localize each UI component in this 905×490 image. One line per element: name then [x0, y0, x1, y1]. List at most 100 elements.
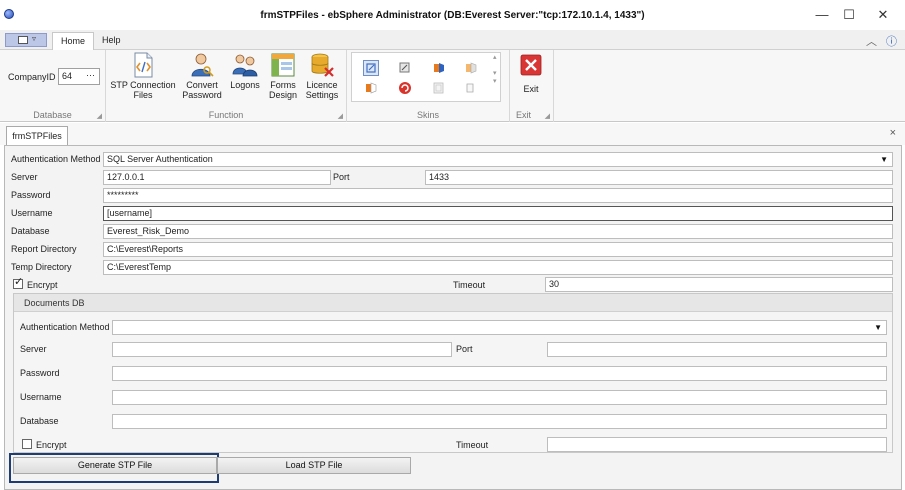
- exit-button[interactable]: Exit: [514, 52, 548, 108]
- ribbon-group-skins: ▴ ▾ ▾ Skins: [347, 50, 510, 122]
- licence-settings-label: Licence: [306, 80, 338, 90]
- stp-files-form: Authentication Method SQL Server Authent…: [4, 145, 902, 490]
- licence-settings-label-2: Settings: [305, 90, 339, 100]
- collapse-ribbon-icon[interactable]: ︿: [866, 33, 877, 49]
- docs-database-label: Database: [20, 416, 59, 426]
- docs-password-label: Password: [20, 368, 60, 378]
- skin-gray-icon[interactable]: [397, 60, 413, 76]
- tab-help[interactable]: Help: [94, 32, 129, 50]
- skin-white-icon[interactable]: [431, 80, 447, 96]
- database-input[interactable]: Everest_Risk_Demo: [103, 224, 893, 239]
- docs-username-label: Username: [20, 392, 62, 402]
- username-label: Username: [11, 208, 53, 218]
- ribbon: CompanyID 64 ··· Database ◢ STP Connecti…: [0, 50, 905, 122]
- company-id-picker[interactable]: 64 ···: [58, 68, 100, 85]
- stp-connection-files-label-2: Files: [133, 90, 153, 100]
- skin-office-dark-icon[interactable]: [363, 80, 379, 96]
- close-document-icon[interactable]: ×: [890, 127, 896, 139]
- encrypt-checkbox[interactable]: ✓: [13, 276, 24, 289]
- report-directory-input[interactable]: C:\Everest\Reports: [103, 242, 893, 257]
- stp-connection-files-button[interactable]: STP Connection Files: [108, 52, 178, 108]
- group-label-function: Function: [208, 110, 244, 120]
- forms-design-button[interactable]: Forms Design: [266, 52, 300, 108]
- convert-password-button[interactable]: Convert Password: [180, 52, 224, 108]
- auth-method-value: SQL Server Authentication: [107, 154, 213, 164]
- docs-auth-method-select[interactable]: ▼: [112, 320, 887, 335]
- docs-password-input[interactable]: [112, 366, 887, 381]
- docs-server-input[interactable]: [112, 342, 452, 357]
- exit-label: Exit: [523, 84, 539, 94]
- licence-settings-button[interactable]: Licence Settings: [302, 52, 342, 108]
- checkmark-icon: ✓: [14, 276, 24, 288]
- docs-username-input[interactable]: [112, 390, 887, 405]
- timeout-input[interactable]: 30: [545, 277, 893, 292]
- logons-button[interactable]: Logons: [228, 52, 262, 108]
- logons-label: Logons: [230, 80, 260, 90]
- forms-design-label: Forms: [270, 80, 296, 90]
- documents-db-title: Documents DB: [24, 298, 85, 308]
- forms-design-label-2: Design: [268, 90, 297, 100]
- dropdown-arrow-icon: ▼: [880, 155, 888, 164]
- users-icon: [232, 54, 258, 77]
- ellipsis-icon[interactable]: ···: [86, 70, 95, 80]
- docs-database-input[interactable]: [112, 414, 887, 429]
- load-stp-file-button[interactable]: Load STP File: [217, 457, 411, 474]
- info-icon[interactable]: ⓘ: [886, 33, 897, 49]
- documents-db-group: Documents DB Authentication Method ▼ Ser…: [13, 293, 893, 453]
- skin-blue-icon[interactable]: [363, 60, 379, 76]
- application-menu-icon: [18, 36, 28, 44]
- ribbon-group-exit: Exit Exit ◢: [510, 50, 554, 122]
- group-label-skins: Skins: [416, 110, 439, 120]
- encrypt-label: Encrypt: [27, 280, 58, 290]
- stp-connection-files-label: STP Connection: [110, 80, 176, 90]
- convert-password-label: Convert: [186, 80, 218, 90]
- docs-timeout-input[interactable]: [547, 437, 887, 452]
- user-key-icon: [191, 53, 214, 77]
- company-id-value: 64: [62, 71, 73, 81]
- docs-port-label: Port: [456, 344, 473, 354]
- form-layout-icon: [271, 53, 295, 77]
- window-title: frmSTPFiles - ebSphere Administrator (DB…: [260, 10, 645, 21]
- tab-frmstpfiles[interactable]: frmSTPFiles: [6, 126, 68, 146]
- tab-home[interactable]: Home: [52, 32, 95, 50]
- auth-method-select[interactable]: SQL Server Authentication ▼: [103, 152, 893, 167]
- temp-directory-input[interactable]: C:\EverestTemp: [103, 260, 893, 275]
- title-bar: frmSTPFiles - ebSphere Administrator (DB…: [0, 0, 905, 30]
- skin-office-light-icon[interactable]: [463, 60, 479, 76]
- maximize-button[interactable]: ☐: [834, 4, 864, 26]
- skin-silver-icon[interactable]: [463, 80, 479, 96]
- temp-directory-label: Temp Directory: [11, 262, 72, 272]
- code-file-icon: [134, 52, 153, 78]
- skin-red-icon[interactable]: [397, 80, 413, 96]
- exit-x-icon: [520, 54, 542, 76]
- file-menu-button[interactable]: ▿: [5, 33, 47, 47]
- server-input[interactable]: 127.0.0.1: [103, 170, 331, 185]
- docs-encrypt-checkbox[interactable]: [22, 439, 32, 449]
- docs-encrypt-label: Encrypt: [36, 440, 67, 450]
- database-delete-icon: [311, 53, 334, 77]
- company-id-label: CompanyID: [8, 72, 56, 82]
- close-button[interactable]: ✕: [868, 4, 898, 26]
- report-directory-label: Report Directory: [11, 244, 77, 254]
- skin-office-orange-icon[interactable]: [431, 60, 447, 76]
- port-label: Port: [333, 172, 350, 182]
- username-input[interactable]: [username]: [103, 206, 893, 221]
- group-label-database: Database: [33, 110, 72, 120]
- ribbon-tab-bar: ▿ Home Help ︿ ⓘ: [0, 30, 905, 50]
- database-label: Database: [11, 226, 50, 236]
- ribbon-group-function: STP Connection Files Convert Password Lo…: [106, 50, 347, 122]
- minimize-button[interactable]: —: [807, 4, 837, 26]
- docs-auth-method-label: Authentication Method: [20, 322, 110, 332]
- server-label: Server: [11, 172, 38, 182]
- ribbon-group-database: CompanyID 64 ··· Database ◢: [0, 50, 106, 122]
- generate-stp-file-button[interactable]: Generate STP File: [13, 457, 217, 474]
- docs-port-input[interactable]: [547, 342, 887, 357]
- password-label: Password: [11, 190, 51, 200]
- group-launcher-icon[interactable]: ◢: [97, 112, 102, 120]
- group-launcher-icon[interactable]: ◢: [338, 112, 343, 120]
- gallery-scroll-icon[interactable]: ▴ ▾ ▾: [493, 54, 497, 86]
- documents-db-header: Documents DB: [14, 294, 892, 312]
- password-input[interactable]: *********: [103, 188, 893, 203]
- group-launcher-icon[interactable]: ◢: [545, 112, 550, 120]
- port-input[interactable]: 1433: [425, 170, 893, 185]
